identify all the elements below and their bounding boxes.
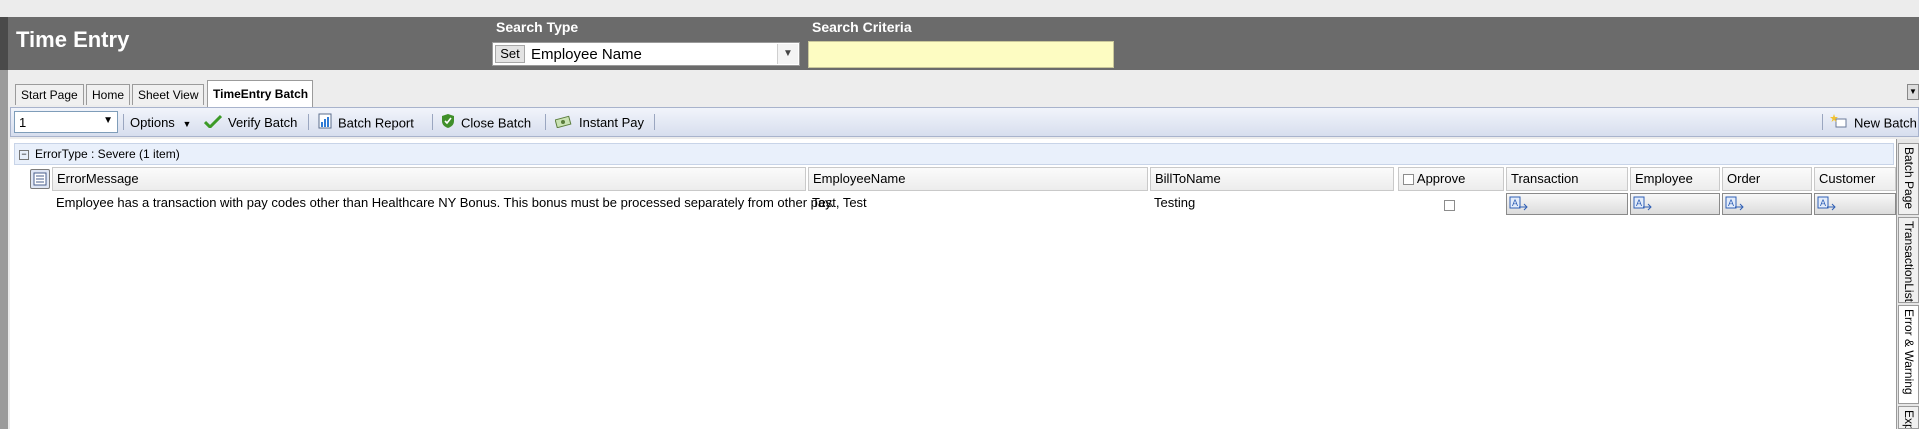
options-label: Options bbox=[130, 115, 175, 130]
side-tab-label: Batch Page bbox=[1902, 147, 1916, 210]
open-record-icon: A bbox=[1725, 196, 1744, 211]
tab-home[interactable]: Home bbox=[86, 84, 130, 105]
search-type-select[interactable]: Set Employee Name ▼ bbox=[492, 42, 800, 66]
toolbar-separator bbox=[123, 114, 124, 130]
search-type-value: Employee Name bbox=[531, 46, 642, 63]
top-strip bbox=[0, 0, 1919, 17]
verify-batch-label: Verify Batch bbox=[228, 115, 298, 130]
cell-bill-to-name: Testing bbox=[1154, 195, 1196, 210]
checkmark-icon bbox=[203, 114, 223, 134]
cell-error-message: Employee has a transaction with pay code… bbox=[56, 195, 835, 210]
new-batch-button[interactable]: New Batch bbox=[1830, 113, 1917, 133]
tab-timeentry-batch[interactable]: TimeEntry Batch bbox=[207, 80, 313, 107]
cell-employee-name: Test, Test bbox=[812, 195, 867, 210]
search-criteria-label: Search Criteria bbox=[812, 19, 912, 35]
open-record-icon: A bbox=[1633, 196, 1652, 211]
chevron-down-icon: ▼ bbox=[103, 115, 113, 126]
toolbar-separator bbox=[545, 114, 546, 130]
search-type-label: Search Type bbox=[496, 19, 579, 35]
approve-checkbox-box[interactable] bbox=[1444, 200, 1455, 212]
toolbar-separator bbox=[654, 114, 655, 130]
open-record-icon: A bbox=[1817, 196, 1836, 211]
report-icon bbox=[318, 113, 332, 135]
toolbar-separator bbox=[1822, 114, 1823, 130]
header-left-edge bbox=[0, 17, 8, 70]
batch-number-value: 1 bbox=[19, 115, 27, 130]
column-header-order[interactable]: Order bbox=[1722, 167, 1812, 191]
column-header-transaction[interactable]: Transaction bbox=[1506, 167, 1628, 191]
order-link-button[interactable]: A bbox=[1722, 193, 1812, 215]
set-button[interactable]: Set bbox=[495, 45, 525, 63]
dropdown-arrow-icon: ▼ bbox=[182, 119, 192, 129]
side-tab-label: Exp bbox=[1902, 410, 1916, 429]
column-header-billtoname[interactable]: BillToName bbox=[1150, 167, 1394, 191]
batch-report-button[interactable]: Batch Report bbox=[318, 113, 414, 133]
page-title: Time Entry bbox=[16, 27, 130, 52]
collapse-icon[interactable]: − bbox=[19, 150, 29, 160]
customer-link-button[interactable]: A bbox=[1814, 193, 1896, 215]
side-tab-transactionlist[interactable]: TransactionList bbox=[1898, 217, 1919, 303]
side-tab-label: Error & Warning bbox=[1902, 309, 1916, 395]
svg-text:A: A bbox=[1512, 198, 1518, 208]
column-header-employee[interactable]: Employee bbox=[1630, 167, 1720, 191]
search-criteria-input[interactable] bbox=[808, 41, 1114, 68]
close-batch-label: Close Batch bbox=[461, 115, 532, 131]
approve-all-checkbox[interactable] bbox=[1403, 174, 1414, 186]
options-button[interactable]: Options ▼ bbox=[130, 113, 191, 133]
approve-checkbox[interactable] bbox=[1444, 197, 1455, 212]
close-batch-button[interactable]: Close Batch bbox=[441, 113, 531, 133]
batch-report-label: Batch Report bbox=[338, 115, 414, 131]
toolbar-separator bbox=[308, 114, 309, 130]
column-header-employeename[interactable]: EmployeeName bbox=[808, 167, 1148, 191]
new-item-icon bbox=[1830, 113, 1848, 135]
tab-start-page[interactable]: Start Page bbox=[15, 84, 84, 105]
column-header-approve[interactable]: Approve bbox=[1398, 167, 1504, 191]
open-record-icon: A bbox=[1509, 196, 1528, 211]
side-tab-batch-page[interactable]: Batch Page bbox=[1898, 143, 1919, 215]
instant-pay-button[interactable]: Instant Pay bbox=[554, 113, 645, 134]
approve-header-label: Approve bbox=[1416, 171, 1466, 186]
employee-link-button[interactable]: A bbox=[1630, 193, 1720, 215]
batch-number-select[interactable]: 1 ▼ bbox=[14, 111, 118, 133]
new-batch-label: New Batch bbox=[1854, 115, 1917, 131]
instant-pay-label: Instant Pay bbox=[579, 115, 645, 130]
column-chooser-icon[interactable] bbox=[30, 169, 50, 189]
svg-text:A: A bbox=[1728, 198, 1734, 208]
toolbar-separator bbox=[432, 114, 433, 130]
column-header-errormessage[interactable]: ErrorMessage bbox=[52, 167, 806, 191]
svg-text:A: A bbox=[1636, 198, 1642, 208]
svg-text:A: A bbox=[1820, 198, 1826, 208]
side-tab-error-warning[interactable]: Error & Warning bbox=[1898, 305, 1919, 404]
money-icon bbox=[554, 114, 573, 134]
side-tab-label: TransactionList bbox=[1902, 221, 1916, 302]
shield-check-icon bbox=[441, 113, 455, 135]
panel-menu-icon[interactable]: ▼ bbox=[1907, 84, 1919, 100]
side-tab-exp[interactable]: Exp bbox=[1898, 406, 1919, 429]
left-border bbox=[0, 70, 8, 429]
group-row[interactable]: − ErrorType : Severe (1 item) bbox=[14, 143, 1894, 165]
transaction-link-button[interactable]: A bbox=[1506, 193, 1628, 215]
verify-batch-button[interactable]: Verify Batch bbox=[203, 113, 298, 134]
tab-sheet-view[interactable]: Sheet View bbox=[132, 84, 204, 105]
column-header-customer[interactable]: Customer bbox=[1814, 167, 1896, 191]
group-label: ErrorType : Severe (1 item) bbox=[35, 147, 180, 161]
chevron-down-icon[interactable]: ▼ bbox=[777, 44, 798, 64]
